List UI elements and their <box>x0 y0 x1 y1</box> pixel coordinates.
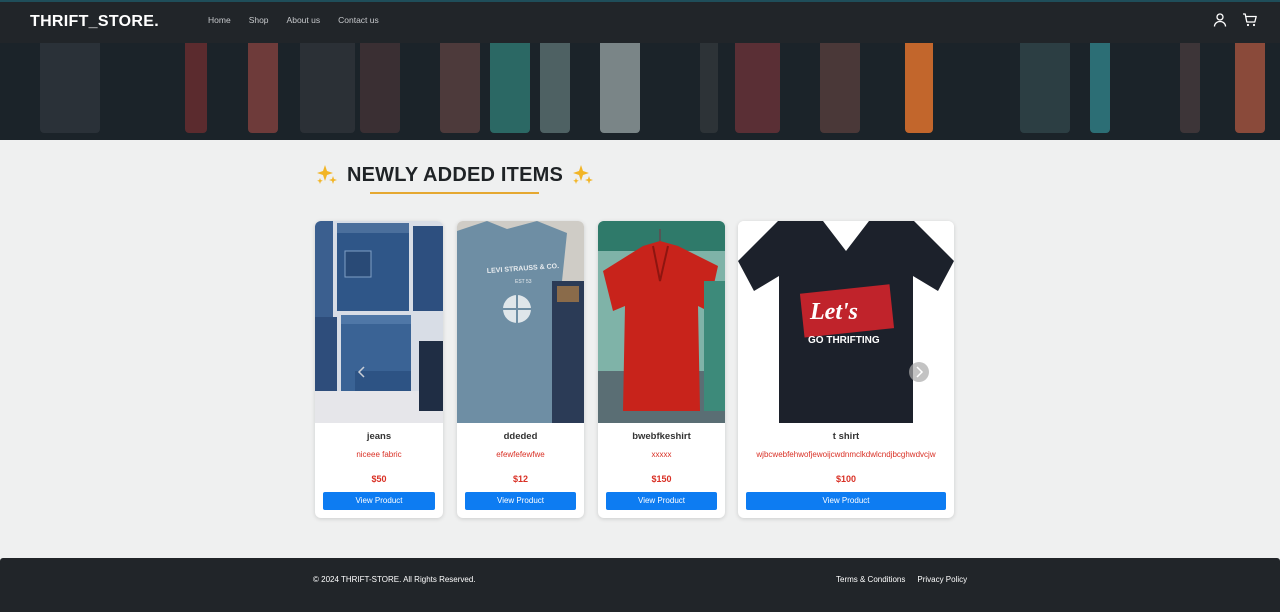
nav-contact-us[interactable]: Contact us <box>338 15 379 25</box>
footer-copyright: © 2024 THRIFT-STORE. All Rights Reserved… <box>313 575 476 584</box>
carousel-next-button[interactable] <box>909 362 929 382</box>
product-price: $50 <box>371 474 387 484</box>
section-heading: NEWLY ADDED ITEMS <box>315 163 595 187</box>
terms-link[interactable]: Terms & Conditions <box>836 575 905 584</box>
carousel-prev-button[interactable] <box>352 362 372 382</box>
product-price: $150 <box>651 474 672 484</box>
product-price: $12 <box>512 474 529 484</box>
footer-links: Terms & Conditions Privacy Policy <box>836 575 967 584</box>
product-name: bwebfkeshirt <box>632 431 691 442</box>
nav-home[interactable]: Home <box>208 15 231 25</box>
tshirt-print-line1: Let's <box>809 299 858 325</box>
product-image[interactable]: Let's GO THRIFTING <box>738 221 954 423</box>
product-image[interactable]: LEVI STRAUSS & CO. EST 53 <box>457 221 584 423</box>
product-card[interactable]: jeans niceee fabric $50 View Product <box>315 221 443 518</box>
product-image[interactable] <box>315 221 443 423</box>
nav-shop[interactable]: Shop <box>249 15 269 25</box>
product-description: niceee fabric <box>356 450 402 459</box>
navbar: THRIFT_STORE. Home Shop About us Contact… <box>0 2 1280 43</box>
chevron-right-icon <box>916 366 924 378</box>
header-icons <box>1212 12 1258 28</box>
user-icon[interactable] <box>1212 12 1228 28</box>
chevron-left-icon <box>357 366 365 378</box>
tee-print-line2: EST 53 <box>515 279 532 285</box>
view-product-button[interactable]: View Product <box>323 492 435 510</box>
cart-icon[interactable] <box>1242 12 1258 28</box>
section-title: NEWLY ADDED ITEMS <box>347 163 564 186</box>
view-product-button[interactable]: View Product <box>746 492 946 510</box>
hero-banner <box>0 43 1280 140</box>
title-underline <box>370 192 539 194</box>
product-name: t shirt <box>832 431 860 442</box>
product-name: jeans <box>366 431 392 442</box>
product-image[interactable] <box>598 221 725 423</box>
view-product-button[interactable]: View Product <box>606 492 717 510</box>
nav-about-us[interactable]: About us <box>287 15 321 25</box>
product-price: $100 <box>835 474 857 484</box>
view-product-button[interactable]: View Product <box>465 492 576 510</box>
product-description: wjbcwebfehwofjewoijcwdnmclkdwlcndjbcghwd… <box>756 450 936 459</box>
sparkles-icon <box>317 165 337 184</box>
product-card[interactable]: LEVI STRAUSS & CO. EST 53 ddeded efewfef… <box>457 221 584 518</box>
privacy-link[interactable]: Privacy Policy <box>917 575 967 584</box>
product-name: ddeded <box>503 431 538 442</box>
footer: © 2024 THRIFT-STORE. All Rights Reserved… <box>0 558 1280 612</box>
product-card[interactable]: bwebfkeshirt xxxxx $150 View Product <box>598 221 725 518</box>
sparkles-icon <box>573 165 594 184</box>
brand-logo[interactable]: THRIFT_STORE. <box>30 13 159 31</box>
product-description: xxxxx <box>651 450 672 459</box>
nav-links: Home Shop About us Contact us <box>208 15 397 25</box>
product-description: efewfefewfwe <box>496 450 545 459</box>
tshirt-print-line2: GO THRIFTING <box>808 335 880 346</box>
